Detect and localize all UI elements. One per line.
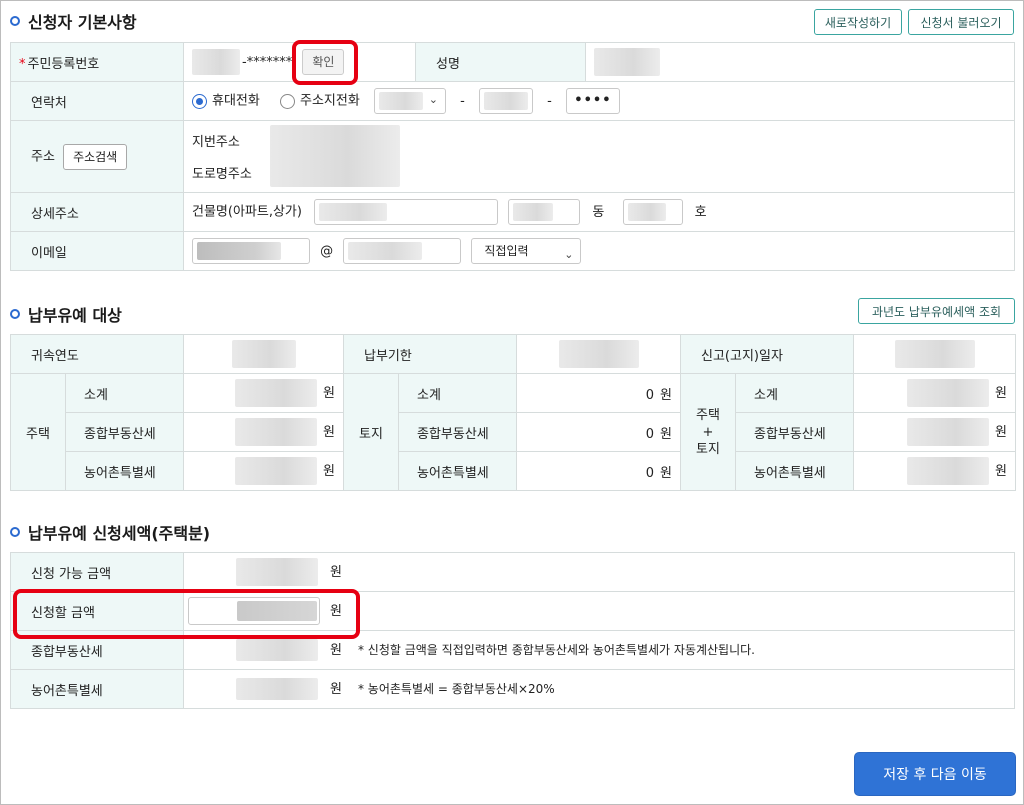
rrn-mask: -******* — [242, 54, 293, 70]
contact-cell: 휴대전화 주소지전화 ⌄ - - •••• — [183, 81, 1015, 121]
report-date-label: 신고(고지)일자 — [680, 334, 854, 374]
land-rural-label: 농어촌특별세 — [398, 451, 517, 491]
rural-formula-note: * 농어촌특별세 = 종합부동산세×20% — [357, 681, 555, 696]
due-label: 납부기한 — [343, 334, 517, 374]
housing-comprehensive-label: 종합부동산세 — [65, 412, 184, 452]
name-label: 성명 — [415, 42, 586, 82]
rrn-label: * 주민등록번호 — [10, 42, 184, 82]
load-form-button[interactable]: 신청서 불러오기 — [908, 9, 1014, 35]
report-date-masked — [894, 340, 975, 368]
email-domain-input[interactable] — [343, 238, 462, 264]
radio-home-phone[interactable] — [279, 93, 295, 109]
contact-label: 연락처 — [10, 81, 184, 121]
request-rural-masked — [236, 678, 318, 701]
new-form-button[interactable]: 새로작성하기 — [814, 9, 902, 35]
section-bullet-icon — [10, 16, 20, 26]
chevron-down-icon: ⌄ — [428, 93, 438, 106]
phone-last-input[interactable]: •••• — [565, 88, 620, 114]
land-subtotal-label: 소계 — [398, 373, 517, 413]
year-label: 귀속연도 — [10, 334, 184, 374]
address-value-masked — [270, 125, 400, 187]
save-and-next-button[interactable]: 저장 후 다음 이동 — [854, 752, 1016, 796]
request-section-title: 납부유예 신청세액(주택분) — [10, 520, 210, 544]
due-value-masked — [558, 340, 639, 368]
radio-mobile[interactable] — [192, 93, 207, 109]
phone-middle-input[interactable] — [478, 88, 533, 114]
name-value-masked — [594, 48, 660, 76]
rrn-cell: -******* 확인 — [183, 42, 416, 82]
address-cell: 지번주소 도로명주소 — [183, 120, 1015, 193]
request-table: 신청 가능 금액 원 신청할 금액 원 종합부동산세 원 * 신청할 금액을 직접… — [10, 552, 1015, 709]
deferral-section-title: 납부유예 대상 — [10, 302, 122, 326]
section-bullet-icon — [10, 309, 20, 319]
rrn-confirm-button[interactable]: 확인 — [302, 49, 345, 75]
auto-calc-note: * 신청할 금액을 직접입력하면 종합부동산세와 농어촌특별세가 자동계산됩니다… — [357, 642, 755, 657]
detail-address-label: 상세주소 — [10, 192, 184, 232]
dong-input[interactable] — [508, 199, 581, 225]
chevron-down-icon: ⌄ — [564, 248, 574, 261]
land-label: 토지 — [343, 373, 399, 491]
building-name-input[interactable] — [314, 199, 499, 225]
request-comprehensive-masked — [236, 639, 318, 662]
applicant-section-title: 신청자 기본사항 — [10, 9, 137, 33]
phone-prefix-select[interactable]: ⌄ — [373, 88, 446, 114]
request-amount-input[interactable] — [188, 597, 320, 625]
land-subtotal-value: 0 — [645, 387, 655, 403]
road-address-label: 도로명주소 — [192, 167, 252, 182]
ho-input[interactable] — [622, 199, 683, 225]
building-label: 건물명(아파트,상가) — [192, 204, 302, 220]
past-deferral-lookup-button[interactable]: 과년도 납부유예세액 조회 — [858, 298, 1015, 324]
combined-comprehensive-label: 종합부동산세 — [735, 412, 854, 452]
applicant-table: * 주민등록번호 -******* 확인 성명 연락처 휴대전화 주소지전화 ⌄ … — [10, 42, 1015, 271]
combined-subtotal-label: 소계 — [735, 373, 854, 413]
email-id-input[interactable] — [192, 238, 310, 264]
housing-comprehensive-masked — [235, 418, 318, 446]
housing-subtotal-label: 소계 — [65, 373, 184, 413]
available-amount-masked — [236, 558, 318, 586]
address-label-cell: 주소 주소검색 — [10, 120, 184, 193]
request-comprehensive-label: 종합부동산세 — [10, 630, 184, 670]
combined-rural-masked — [907, 457, 990, 485]
name-cell — [585, 42, 1015, 82]
housing-label: 주택 — [10, 373, 66, 491]
request-rural-label: 농어촌특별세 — [10, 669, 184, 709]
housing-rural-masked — [235, 457, 318, 485]
land-rural-value: 0 — [645, 465, 655, 481]
request-amount-label: 신청할 금액 — [10, 591, 184, 631]
jibun-address-label: 지번주소 — [192, 135, 240, 150]
housing-subtotal-masked — [235, 379, 318, 407]
combined-rural-label: 농어촌특별세 — [735, 451, 854, 491]
deferral-table: 귀속연도 납부기한 신고(고지)일자 주택 소계 원 토지 소계 0원 주택 + 토… — [10, 334, 1016, 491]
housing-rural-label: 농어촌특별세 — [65, 451, 184, 491]
email-cell: @ 직접입력 ⌄ — [183, 231, 1015, 271]
year-value-masked — [231, 340, 296, 368]
detail-address-cell: 건물명(아파트,상가) 동 호 — [183, 192, 1015, 232]
combined-subtotal-masked — [907, 379, 990, 407]
combined-comprehensive-masked — [907, 418, 990, 446]
rrn-front-masked — [192, 49, 240, 75]
email-domain-select[interactable]: 직접입력 ⌄ — [471, 238, 582, 264]
land-comprehensive-value: 0 — [645, 426, 655, 442]
available-amount-label: 신청 가능 금액 — [10, 552, 184, 592]
land-comprehensive-label: 종합부동산세 — [398, 412, 517, 452]
email-label: 이메일 — [10, 231, 184, 271]
section-bullet-icon — [10, 527, 20, 537]
combined-label: 주택 + 토지 — [680, 373, 736, 491]
address-search-button[interactable]: 주소검색 — [63, 143, 128, 170]
